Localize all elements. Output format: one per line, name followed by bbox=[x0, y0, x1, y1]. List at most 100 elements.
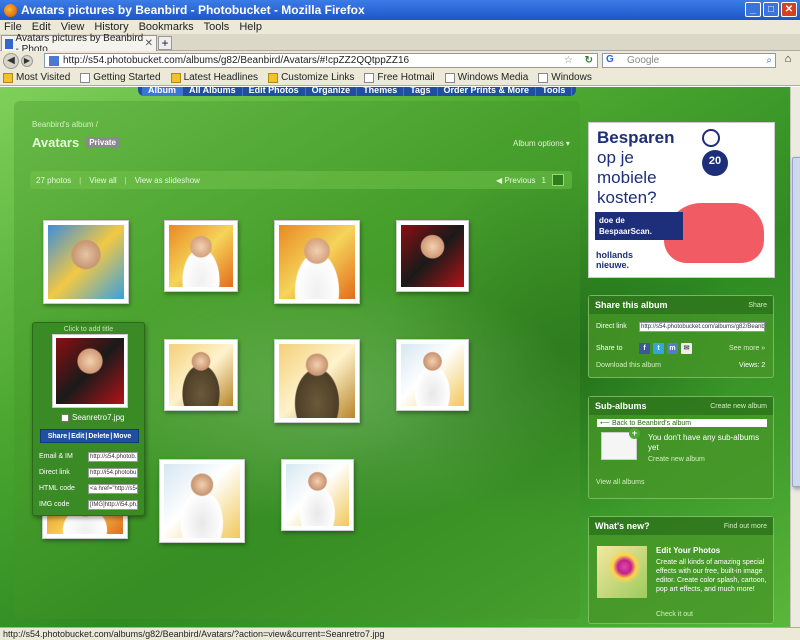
page-icon bbox=[444, 72, 455, 83]
delete-button[interactable]: Delete bbox=[88, 433, 109, 440]
email-im-code-field[interactable]: http://s54.photob... bbox=[88, 452, 138, 462]
nav-edit-photos[interactable]: Edit Photos bbox=[243, 87, 306, 96]
close-button[interactable]: ✕ bbox=[781, 2, 797, 17]
img-code-field[interactable]: [IMG]http://i54.ph... bbox=[88, 500, 138, 510]
bookmark-latest-headlines[interactable]: Latest Headlines bbox=[170, 72, 258, 83]
next-page-button[interactable] bbox=[552, 174, 564, 186]
create-album-link[interactable]: Create new album bbox=[648, 456, 705, 463]
direct-link-field[interactable]: http://s54.photobucket.com/albums/g82/Be… bbox=[639, 322, 765, 332]
feature-heading: Edit Your Photos bbox=[656, 546, 721, 555]
nav-all-albums[interactable]: All Albums bbox=[183, 87, 243, 96]
slideshow-link[interactable]: View as slideshow bbox=[135, 176, 200, 185]
nav-album[interactable]: Album bbox=[142, 87, 183, 96]
tab-active[interactable]: Avatars pictures by Beanbird - Photo... … bbox=[1, 33, 157, 55]
myspace-icon[interactable]: m bbox=[667, 343, 678, 354]
share-link[interactable]: Share bbox=[748, 302, 767, 309]
forward-arrow-icon[interactable]: ▶ bbox=[21, 54, 33, 67]
scrollbar-thumb[interactable] bbox=[792, 157, 800, 487]
nav-order-prints[interactable]: Order Prints & More bbox=[438, 87, 537, 96]
menu-edit[interactable]: Edit bbox=[32, 21, 51, 33]
bookmark-windows-media[interactable]: Windows Media bbox=[444, 72, 528, 83]
bookmark-customize-links[interactable]: Customize Links bbox=[268, 72, 354, 83]
photo-thumbnail[interactable] bbox=[281, 459, 354, 531]
photo-thumbnail[interactable] bbox=[274, 339, 360, 423]
email-icon[interactable]: ✉ bbox=[681, 343, 692, 354]
status-text: http://s54.photobucket.com/albums/g82/Be… bbox=[3, 629, 385, 639]
search-input[interactable]: G Google ⌕ bbox=[602, 53, 776, 68]
bookmark-most-visited[interactable]: Most Visited bbox=[3, 72, 70, 83]
photo-image bbox=[279, 225, 355, 299]
album-options-dropdown[interactable]: Album options ▾ bbox=[513, 139, 570, 148]
menu-history[interactable]: History bbox=[94, 21, 128, 33]
advertisement[interactable]: Besparen op je mobiele kosten? 20 doe de… bbox=[588, 122, 775, 278]
reload-icon[interactable]: ↻ bbox=[585, 55, 593, 66]
previous-page-link[interactable]: ◀ Previous bbox=[496, 176, 536, 185]
new-tab-button[interactable]: + bbox=[158, 36, 172, 50]
page-number: 1 bbox=[541, 175, 546, 185]
back-to-album-link[interactable]: ⟵ Back to Beanbird's album bbox=[597, 419, 767, 427]
menu-tools[interactable]: Tools bbox=[204, 21, 230, 33]
find-out-more-link[interactable]: Find out more bbox=[724, 523, 767, 530]
box-title: Sub-albums bbox=[595, 401, 647, 411]
minimize-button[interactable]: _ bbox=[745, 2, 761, 17]
share-button[interactable]: Share bbox=[48, 433, 67, 440]
see-more-link[interactable]: See more » bbox=[729, 345, 765, 352]
ad-brand-line: nieuwe. bbox=[596, 260, 630, 270]
nav-tools[interactable]: Tools bbox=[536, 87, 573, 96]
bookmark-label: Free Hotmail bbox=[377, 72, 435, 83]
ad-cta-button[interactable]: doe de BespaarScan. bbox=[595, 212, 683, 240]
photo-thumbnail[interactable] bbox=[164, 220, 238, 292]
google-search-icon[interactable]: G bbox=[606, 54, 624, 67]
navigation-toolbar: ◀ ▶ http://s54.photobucket.com/albums/g8… bbox=[0, 51, 800, 70]
html-code-field[interactable]: <a href="http://s54... bbox=[88, 484, 138, 494]
photo-select[interactable]: Seanretro7.jpg bbox=[61, 413, 124, 422]
view-all-albums-link[interactable]: View all albums bbox=[596, 479, 645, 486]
nav-themes[interactable]: Themes bbox=[357, 87, 405, 96]
check-it-out-link[interactable]: Check it out bbox=[656, 611, 693, 618]
photo-thumbnail[interactable] bbox=[159, 459, 245, 543]
no-subalbums-text: You don't have any sub-albums yet bbox=[648, 433, 760, 452]
maximize-button[interactable]: □ bbox=[763, 2, 779, 17]
share-album-box: Share this album Share Direct link http:… bbox=[588, 295, 774, 378]
menu-view[interactable]: View bbox=[61, 21, 85, 33]
create-new-album-link[interactable]: Create new album bbox=[710, 403, 767, 410]
photo-image bbox=[164, 464, 240, 538]
ad-headline-3: mobiele bbox=[597, 168, 657, 187]
bookmark-windows[interactable]: Windows bbox=[538, 72, 592, 83]
menu-help[interactable]: Help bbox=[239, 21, 262, 33]
bookmark-getting-started[interactable]: Getting Started bbox=[80, 72, 161, 83]
photo-thumbnail[interactable] bbox=[274, 220, 360, 304]
photo-thumbnail[interactable] bbox=[43, 220, 129, 304]
bookmark-free-hotmail[interactable]: Free Hotmail bbox=[364, 72, 435, 83]
search-icon[interactable]: ⌕ bbox=[766, 55, 772, 66]
edit-button[interactable]: Edit bbox=[71, 433, 84, 440]
menu-file[interactable]: File bbox=[4, 21, 22, 33]
photo-thumbnail[interactable] bbox=[164, 339, 238, 411]
add-title-link[interactable]: Click to add title bbox=[33, 326, 144, 333]
photo-thumbnail[interactable] bbox=[396, 339, 469, 411]
address-bar[interactable]: http://s54.photobucket.com/albums/g82/Be… bbox=[44, 53, 598, 68]
photobucket-favicon-icon bbox=[5, 38, 13, 49]
photo-thumbnail[interactable] bbox=[396, 220, 469, 292]
photo-image bbox=[401, 225, 464, 287]
nav-tags[interactable]: Tags bbox=[404, 87, 438, 96]
move-button[interactable]: Move bbox=[113, 433, 131, 440]
breadcrumb[interactable]: Beanbird's album / bbox=[32, 120, 98, 129]
twitter-icon[interactable]: t bbox=[653, 343, 664, 354]
menu-bookmarks[interactable]: Bookmarks bbox=[139, 21, 194, 33]
home-icon[interactable]: ⌂ bbox=[780, 53, 796, 68]
view-all-link[interactable]: View all bbox=[89, 176, 116, 185]
vertical-scrollbar[interactable] bbox=[790, 87, 800, 627]
facebook-icon[interactable]: f bbox=[639, 343, 650, 354]
select-checkbox[interactable] bbox=[61, 413, 69, 422]
photo-image bbox=[169, 344, 233, 406]
bookmark-label: Most Visited bbox=[16, 72, 71, 83]
tab-close-icon[interactable]: ✕ bbox=[145, 38, 153, 49]
tab-bar: Avatars pictures by Beanbird - Photo... … bbox=[0, 33, 800, 55]
back-arrow-icon[interactable]: ◀ bbox=[3, 52, 19, 69]
bookmark-star-icon[interactable]: ☆ bbox=[564, 55, 573, 66]
nav-organize[interactable]: Organize bbox=[306, 87, 358, 96]
download-album-link[interactable]: Download this album bbox=[596, 362, 661, 369]
popup-thumbnail[interactable] bbox=[52, 334, 128, 408]
direct-link-code-field[interactable]: http://i54.photobu... bbox=[88, 468, 138, 478]
